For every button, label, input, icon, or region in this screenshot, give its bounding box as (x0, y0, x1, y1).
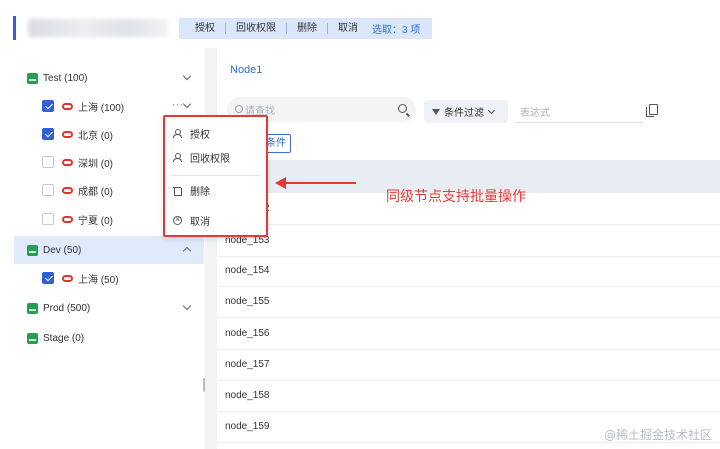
table-cell: node_156 (225, 328, 270, 339)
expression-placeholder: 表达式 (520, 107, 550, 119)
selected-count: 选取：3 项 (372, 25, 421, 36)
table-row[interactable]: node_157 (217, 349, 720, 381)
tree-group-stage[interactable]: Stage (0) (14, 324, 204, 352)
table-cell: node_157 (225, 359, 270, 370)
panel-divider (205, 48, 217, 449)
group-icon (27, 302, 38, 314)
node-checkbox[interactable] (42, 184, 54, 196)
trash-icon (173, 186, 182, 196)
user-icon (173, 152, 182, 162)
filter-label: 条件过滤 (444, 108, 484, 119)
batch-action-bar: 授权 回收权限 删除 取消 选取：3 项 (179, 18, 433, 39)
copy-icon[interactable] (646, 104, 658, 117)
node-checkbox[interactable] (42, 100, 54, 112)
batch-delete-button[interactable]: 删除 (287, 18, 327, 39)
batch-revoke-button[interactable]: 回收权限 (226, 18, 286, 39)
table-cell: node_159 (225, 421, 270, 432)
annotation-arrow-head (275, 177, 286, 189)
group-label: Dev (50) (43, 244, 82, 256)
menu-item-label: 取消 (190, 216, 210, 228)
more-icon[interactable]: ··· (172, 100, 183, 111)
annotation-arrow-line (284, 182, 356, 184)
node-status-icon (62, 215, 73, 223)
group-icon (27, 72, 38, 84)
chevron-down-icon[interactable] (182, 301, 192, 311)
expression-input[interactable]: 表达式 (515, 100, 643, 123)
tree-group-test[interactable]: Test (100) (14, 64, 204, 92)
node-label: 上海 (100) (78, 102, 125, 114)
annotation-text: 同级节点支持批量操作 (386, 189, 526, 205)
node-checkbox[interactable] (42, 156, 54, 168)
search-prefix-icon (235, 105, 243, 113)
table-cell: node_158 (225, 390, 270, 401)
menu-item-grant[interactable]: 授权 (173, 123, 210, 143)
table-row[interactable]: node_158 (217, 380, 720, 412)
search-icon[interactable] (398, 104, 407, 113)
menu-item-revoke[interactable]: 回收权限 (173, 147, 230, 167)
table-cell: node_154 (225, 265, 270, 276)
table-row[interactable]: node_156 (217, 318, 720, 350)
main-panel: Node1 请查找 条件过滤 表达式 存筛选条件 D node_152 node… (217, 48, 720, 449)
blurred-title (28, 19, 168, 37)
menu-item-cancel[interactable]: 取消 (173, 210, 210, 230)
group-icon (27, 244, 38, 256)
tree-group-prod[interactable]: Prod (500) (14, 294, 204, 322)
node-label: 深圳 (0) (78, 158, 113, 170)
node-checkbox[interactable] (42, 213, 54, 225)
top-bar: 授权 回收权限 删除 取消 选取：3 项 (0, 0, 720, 48)
node-status-icon (62, 102, 73, 110)
tree-group-dev[interactable]: Dev (50) (14, 236, 204, 264)
node-checkbox[interactable] (42, 128, 54, 140)
menu-item-label: 授权 (190, 129, 210, 141)
table-row[interactable]: node_154 (217, 255, 720, 287)
menu-item-label: 删除 (190, 186, 210, 198)
node-status-icon (62, 274, 73, 282)
node-label: 北京 (0) (78, 130, 113, 142)
group-label: Stage (0) (43, 332, 85, 344)
table-cell: node_155 (225, 296, 270, 307)
group-label: Test (100) (43, 72, 88, 84)
node-status-icon (62, 186, 73, 194)
node-status-icon (62, 158, 73, 166)
title-accent-bar (13, 16, 16, 40)
menu-item-delete[interactable]: 删除 (173, 180, 210, 200)
condition-filter-dropdown[interactable]: 条件过滤 (424, 100, 508, 123)
page-title: Node1 (230, 64, 263, 76)
filter-icon (432, 108, 440, 115)
batch-cancel-button[interactable]: 取消 (328, 18, 368, 39)
node-status-icon (62, 130, 73, 138)
group-label: Prod (500) (43, 302, 91, 314)
chevron-down-icon[interactable] (182, 99, 192, 109)
chevron-down-icon[interactable] (182, 71, 192, 81)
table-row[interactable]: node_153 (217, 225, 720, 257)
menu-divider (171, 175, 260, 176)
node-label: 成都 (0) (78, 186, 113, 198)
user-icon (173, 128, 182, 138)
node-checkbox[interactable] (42, 272, 54, 284)
batch-grant-button[interactable]: 授权 (185, 18, 225, 39)
menu-item-label: 回收权限 (190, 153, 230, 165)
table-row[interactable]: node_155 (217, 286, 720, 318)
tree-node-shanghai-dev[interactable]: 上海 (50) (14, 264, 204, 292)
cancel-icon (173, 214, 182, 225)
node-label: 宁夏 (0) (78, 215, 113, 227)
context-menu: 授权 回收权限 删除 取消 (163, 115, 268, 237)
node-label: 上海 (50) (78, 274, 119, 286)
group-icon (27, 332, 38, 344)
chevron-up-icon[interactable] (182, 246, 192, 256)
chevron-down-icon (487, 106, 496, 114)
watermark: @稀土掘金技术社区 (603, 428, 712, 442)
